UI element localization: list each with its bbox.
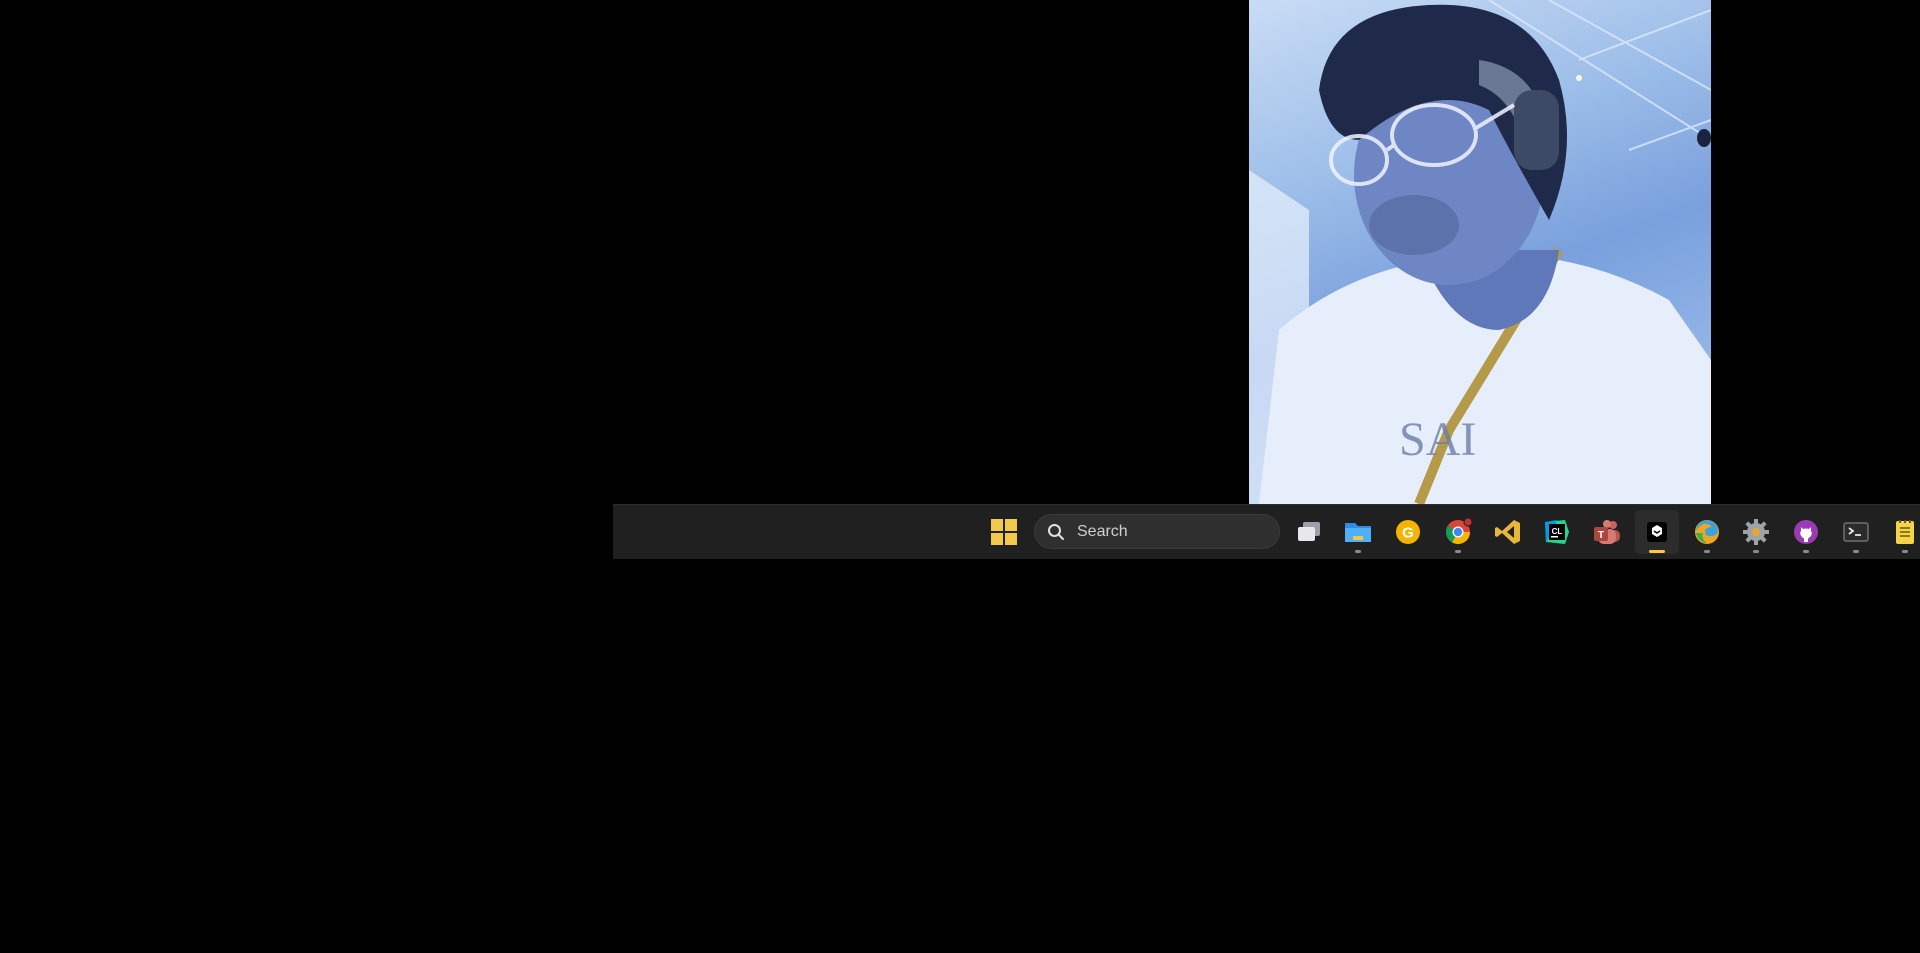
running-indicator (1853, 550, 1859, 553)
svg-text:CL: CL (1552, 527, 1563, 536)
github-desktop-button[interactable] (1784, 510, 1828, 554)
visual-studio-icon (1495, 520, 1520, 544)
visual-studio-button[interactable] (1486, 510, 1530, 554)
taskbar: G CL (613, 504, 1920, 559)
file-explorer-button[interactable] (1336, 510, 1380, 554)
app-icon (1647, 522, 1667, 542)
teams-icon: T (1594, 520, 1620, 544)
search-icon (1047, 523, 1065, 541)
running-indicator (1355, 550, 1361, 553)
active-app-button[interactable] (1635, 510, 1679, 554)
chrome-icon (1446, 517, 1473, 545)
edge-button[interactable] (1685, 510, 1729, 554)
webcam-preview: SAI (1249, 0, 1711, 504)
folder-icon (1345, 523, 1371, 542)
gear-icon (1743, 519, 1769, 545)
terminal-button[interactable] (1834, 510, 1878, 554)
running-indicator (1902, 550, 1908, 553)
github-icon (1794, 520, 1818, 544)
chrome-button[interactable] (1436, 510, 1480, 554)
svg-text:G: G (1402, 525, 1414, 542)
running-indicator (1704, 550, 1710, 553)
running-indicator (1803, 550, 1809, 553)
running-indicator (1753, 550, 1759, 553)
task-view-button[interactable] (1287, 510, 1331, 554)
teams-button[interactable]: T (1585, 510, 1629, 554)
notepad-icon (1896, 520, 1914, 544)
notepad-button[interactable] (1883, 510, 1920, 554)
settings-button[interactable] (1734, 510, 1778, 554)
clion-icon: CL (1545, 520, 1569, 544)
taskbar-search[interactable] (1034, 514, 1280, 549)
webcam-image: SAI (1249, 0, 1711, 504)
clion-button[interactable]: CL (1535, 510, 1579, 554)
google-button[interactable]: G (1386, 510, 1430, 554)
svg-text:T: T (1598, 530, 1604, 541)
edge-icon (1695, 520, 1719, 544)
svg-text:SAI: SAI (1399, 413, 1476, 466)
windows-icon (991, 519, 1017, 545)
active-indicator (1649, 550, 1665, 553)
task-view-icon (1298, 522, 1320, 541)
terminal-icon (1843, 522, 1869, 542)
google-icon: G (1396, 520, 1420, 544)
start-button[interactable] (982, 510, 1026, 554)
search-input[interactable] (1075, 521, 1249, 542)
running-indicator (1455, 550, 1461, 553)
